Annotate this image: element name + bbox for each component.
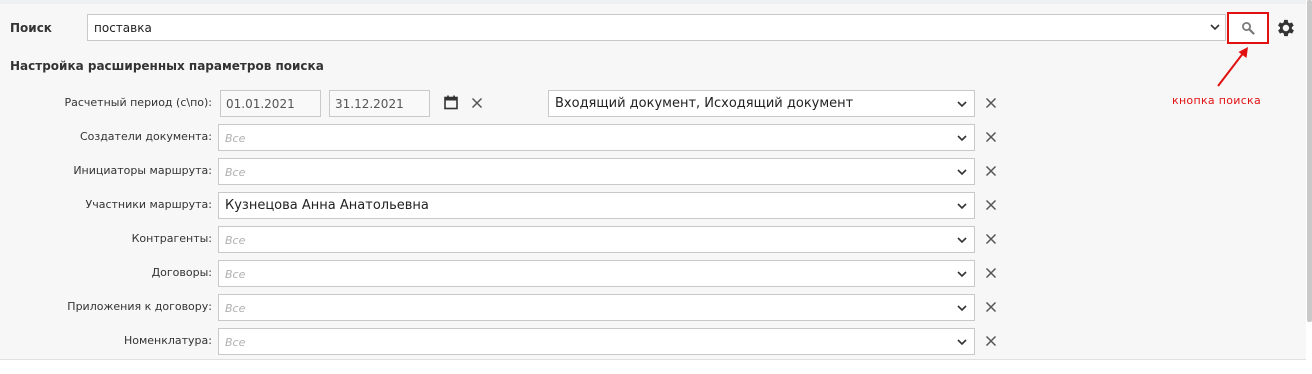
- close-icon[interactable]: [985, 301, 997, 313]
- calendar-icon[interactable]: [444, 95, 458, 110]
- creators-placeholder: Все: [225, 132, 246, 145]
- row-label: Договоры:: [151, 266, 212, 279]
- counterparties-select[interactable]: Все: [218, 226, 975, 253]
- close-icon[interactable]: [985, 267, 997, 279]
- document-type-select[interactable]: Входящий документ, Исходящий документ: [548, 90, 975, 117]
- chevron-down-icon[interactable]: [956, 268, 968, 280]
- row-label: Контрагенты:: [131, 232, 212, 245]
- top-strip: [0, 0, 1306, 4]
- close-icon[interactable]: [985, 131, 997, 143]
- participants-value: Кузнецова Анна Анатольевна: [225, 198, 429, 213]
- search-button[interactable]: [1227, 12, 1269, 44]
- annotation-label: кнопка поиска: [1172, 94, 1262, 107]
- chevron-down-icon[interactable]: [956, 98, 968, 110]
- initiators-select[interactable]: Все: [218, 158, 975, 185]
- clear-document-type-icon[interactable]: [985, 97, 997, 109]
- row-label: Номенклатура:: [123, 334, 212, 347]
- clear-period-icon[interactable]: [471, 97, 483, 109]
- row-label: Участники маршрута:: [85, 198, 212, 211]
- contracts-select[interactable]: Все: [218, 260, 975, 287]
- participants-select[interactable]: Кузнецова Анна Анатольевна: [218, 192, 975, 219]
- chevron-down-icon[interactable]: [956, 234, 968, 246]
- period-from-value: 01.01.2021: [226, 97, 295, 111]
- close-icon[interactable]: [985, 165, 997, 177]
- chevron-down-icon[interactable]: [956, 336, 968, 348]
- attachments-select[interactable]: Все: [218, 294, 975, 321]
- nomenclature-select[interactable]: Все: [218, 328, 975, 355]
- search-panel: Поиск поставка Настройка расширенных пар…: [0, 0, 1306, 360]
- gear-icon[interactable]: [1274, 17, 1296, 39]
- row-label: Приложения к договору:: [67, 300, 212, 313]
- period-to-field[interactable]: 31.12.2021: [329, 90, 430, 117]
- initiators-placeholder: Все: [225, 166, 246, 179]
- contracts-placeholder: Все: [225, 268, 246, 281]
- search-icon: [1242, 22, 1255, 35]
- row-label: Инициаторы маршрута:: [73, 164, 212, 177]
- document-type-value: Входящий документ, Исходящий документ: [555, 96, 854, 111]
- advanced-settings-title: Настройка расширенных параметров поиска: [10, 59, 324, 73]
- close-icon[interactable]: [985, 335, 997, 347]
- creators-select[interactable]: Все: [218, 124, 975, 151]
- chevron-down-icon[interactable]: [956, 302, 968, 314]
- search-label: Поиск: [10, 21, 52, 35]
- close-icon[interactable]: [985, 233, 997, 245]
- period-label: Расчетный период (с\по):: [64, 96, 212, 109]
- nomenclature-placeholder: Все: [225, 336, 246, 349]
- row-label: Создатели документа:: [79, 130, 212, 143]
- close-icon[interactable]: [985, 199, 997, 211]
- chevron-down-icon[interactable]: [956, 132, 968, 144]
- attachments-placeholder: Все: [225, 302, 246, 315]
- period-from-field[interactable]: 01.01.2021: [220, 90, 321, 117]
- period-to-value: 31.12.2021: [335, 97, 404, 111]
- chevron-down-icon[interactable]: [1209, 21, 1221, 33]
- chevron-down-icon[interactable]: [956, 200, 968, 212]
- search-input[interactable]: поставка: [87, 14, 1226, 41]
- chevron-down-icon[interactable]: [956, 166, 968, 178]
- annotation-arrow-icon: [1217, 47, 1248, 87]
- counterparties-placeholder: Все: [225, 234, 246, 247]
- scrollbar[interactable]: [1307, 0, 1312, 322]
- search-input-value: поставка: [94, 21, 152, 35]
